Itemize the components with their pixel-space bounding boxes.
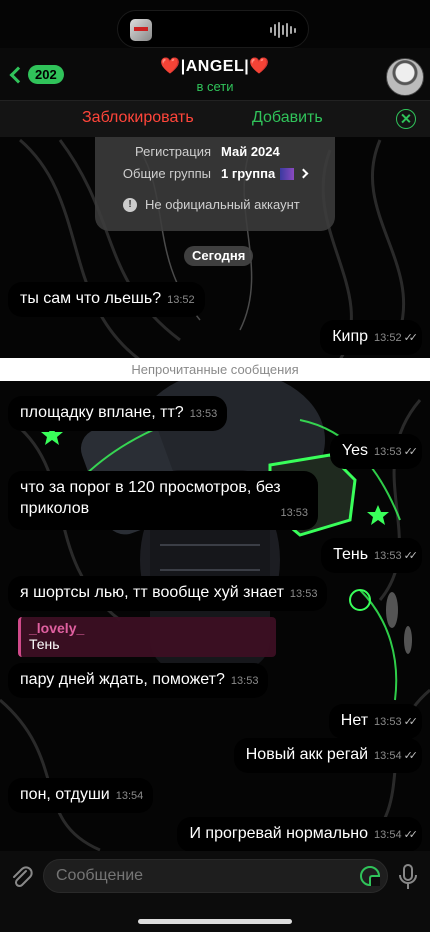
message-text: пон, отдуши: [20, 786, 110, 803]
message-text: Yes: [341, 442, 369, 459]
reply-author: _lovely_: [29, 620, 85, 636]
common-groups-count: 1 группа: [221, 166, 276, 181]
registration-label: Регистрация: [135, 144, 211, 159]
message-time: 13:53: [289, 588, 318, 600]
date-divider: Сегодня: [184, 246, 254, 266]
now-playing-cover: [130, 19, 152, 41]
message-time: 13:53: [230, 675, 259, 687]
common-groups-value: 1 группа: [221, 166, 309, 181]
message-text: И прогревай нормально: [189, 825, 369, 842]
registration-row: Регистрация Май 2024: [95, 144, 335, 159]
online-status: в сети: [196, 79, 234, 94]
close-icon[interactable]: [396, 109, 416, 129]
message-time: 13:53: [280, 507, 308, 519]
message-outgoing[interactable]: Новый акк регай 13:54 ✓✓: [233, 738, 422, 773]
message-input[interactable]: [43, 859, 388, 893]
info-icon: !: [123, 197, 137, 212]
message-incoming[interactable]: пару дней ждать, поможет? 13:53: [8, 663, 269, 698]
message-time: 13:54: [374, 750, 402, 762]
message-incoming[interactable]: пон, отдуши 13:54: [8, 778, 154, 813]
paperclip-icon[interactable]: [10, 865, 34, 891]
message-outgoing[interactable]: Кипр 13:52 ✓✓: [320, 320, 422, 355]
dynamic-island[interactable]: [117, 10, 309, 48]
read-checks-icon: ✓✓: [403, 716, 419, 728]
chevron-right-icon: [298, 168, 309, 179]
chat-title-area[interactable]: ❤️|ANGEL|❤️ в сети: [0, 56, 430, 94]
registration-value: Май 2024: [221, 144, 280, 159]
common-groups-row[interactable]: Общие группы 1 группа: [95, 166, 335, 181]
chat-title-text: |ANGEL|: [180, 58, 250, 75]
message-outgoing[interactable]: Yes 13:53 ✓✓: [329, 434, 422, 469]
message-text: Новый акк регай: [245, 746, 369, 763]
message-time: 13:53: [374, 550, 402, 562]
message-incoming[interactable]: площадку вплане, тт? 13:53: [8, 396, 228, 431]
chat-header: 202 ❤️|ANGEL|❤️ в сети: [0, 48, 430, 100]
home-indicator[interactable]: [138, 919, 292, 924]
contact-info-card: Регистрация Май 2024 Общие группы 1 груп…: [95, 137, 335, 231]
unofficial-account-notice: ! Не официальный аккаунт: [123, 197, 300, 212]
heart-emoji: ❤️: [249, 58, 270, 75]
avatar[interactable]: [386, 58, 424, 96]
message-time: 13:52: [167, 294, 195, 306]
read-checks-icon: ✓✓: [403, 446, 419, 458]
reply-quote[interactable]: _lovely_ Тень: [18, 617, 276, 657]
message-incoming[interactable]: что за порог в 120 просмотров, без прико…: [8, 471, 318, 530]
audio-waveform-icon: [270, 22, 296, 38]
message-time: 13:53: [374, 446, 402, 458]
read-checks-icon: ✓✓: [403, 750, 419, 762]
message-outgoing[interactable]: Тень 13:53 ✓✓: [321, 538, 422, 573]
sticker-icon[interactable]: [360, 866, 380, 886]
message-outgoing[interactable]: Нет 13:53 ✓✓: [328, 704, 422, 739]
message-outgoing[interactable]: И прогревай нормально 13:54 ✓✓: [177, 817, 422, 852]
unofficial-account-text: Не официальный аккаунт: [145, 197, 300, 212]
common-groups-label: Общие группы: [122, 166, 211, 181]
add-contact-button[interactable]: Добавить: [252, 109, 323, 127]
message-input-bar: [0, 851, 430, 932]
message-text: ты сам что льешь?: [20, 290, 162, 307]
message-time: 13:54: [115, 790, 144, 802]
heart-emoji: ❤️: [160, 58, 181, 75]
message-time: 13:52: [374, 332, 402, 344]
contact-action-bar: Заблокировать Добавить: [0, 100, 430, 137]
block-button[interactable]: Заблокировать: [82, 109, 194, 127]
read-checks-icon: ✓✓: [403, 550, 419, 562]
message-text: Нет: [340, 712, 369, 729]
read-checks-icon: ✓✓: [403, 332, 419, 344]
message-incoming[interactable]: ты сам что льешь? 13:52: [8, 282, 205, 317]
microphone-icon[interactable]: [398, 863, 418, 891]
reply-text: Тень: [29, 636, 60, 652]
message-time: 13:53: [374, 716, 402, 728]
message-text: Тень: [333, 546, 369, 563]
message-incoming[interactable]: я шортсы лью, тт вообще хуй знает 13:53: [8, 576, 328, 611]
message-time: 13:54: [374, 829, 402, 841]
message-text: пару дней ждать, поможет?: [20, 671, 225, 688]
message-time: 13:53: [189, 408, 218, 420]
chat-title: ❤️|ANGEL|❤️: [0, 56, 430, 76]
message-text: Кипр: [332, 328, 369, 345]
group-avatar-icon: [280, 168, 295, 180]
unread-divider: Непрочитанные сообщения: [0, 358, 430, 381]
message-text: я шортсы лью, тт вообще хуй знает: [20, 584, 284, 601]
message-text: что за порог в 120 просмотров, без прико…: [20, 479, 281, 517]
message-text: площадку вплане, тт?: [20, 404, 184, 421]
read-checks-icon: ✓✓: [403, 829, 419, 841]
